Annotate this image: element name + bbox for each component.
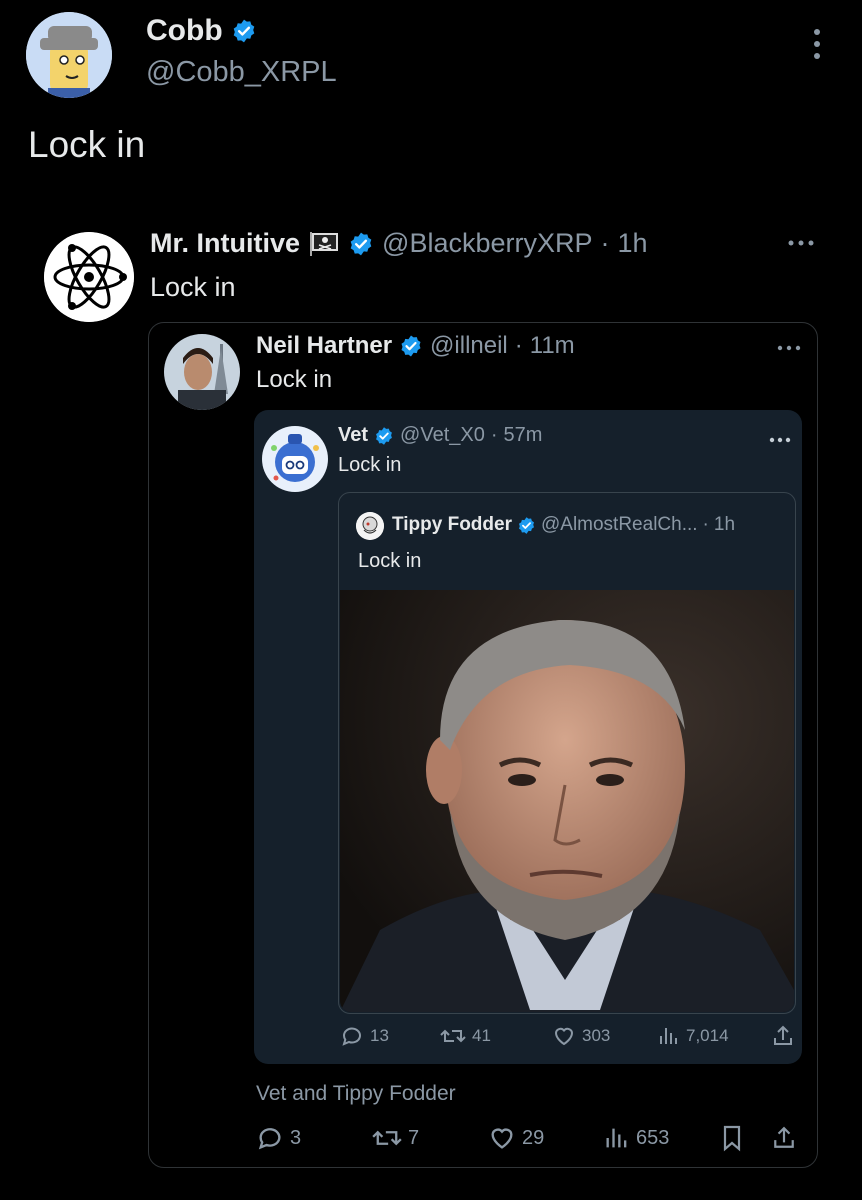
heart-icon <box>491 1128 513 1149</box>
quote2-text: Lock in <box>256 366 333 393</box>
reply-icon <box>342 1027 361 1046</box>
octopus-avatar-icon <box>356 512 384 540</box>
atom-icon <box>44 232 134 322</box>
bookmark-icon <box>723 1125 741 1152</box>
portrait-photo-image <box>340 590 794 1012</box>
share-button[interactable] <box>772 1124 796 1152</box>
like-count: 29 <box>522 1126 545 1149</box>
views-chart-icon <box>660 1028 677 1044</box>
quote4-handle[interactable]: @AlmostRealCh... <box>541 514 698 536</box>
separator-dot: · <box>702 514 709 535</box>
vertical-dots-icon <box>814 29 820 59</box>
views-count: 653 <box>636 1126 670 1149</box>
separator-dot: · <box>490 424 498 446</box>
quote2-handle[interactable]: @illneil <box>430 332 508 360</box>
reply-count: 3 <box>290 1126 302 1149</box>
quote1-text: Lock in <box>150 272 236 302</box>
views-button[interactable]: 653 <box>604 1124 669 1152</box>
quote1-handle[interactable]: @BlackberryXRP <box>382 228 592 259</box>
quote1-name[interactable]: Mr. Intuitive <box>150 228 300 259</box>
share-icon <box>774 1126 794 1148</box>
separator-dot: · <box>600 228 610 258</box>
robot-avatar-icon <box>262 426 328 492</box>
post-text: Lock in <box>28 124 146 165</box>
post-photo[interactable] <box>340 590 794 1012</box>
bookmark-button[interactable] <box>720 1124 744 1152</box>
quote1-time[interactable]: 1h <box>618 228 648 259</box>
verified-badge-icon <box>518 516 535 534</box>
cartoon-avatar-icon <box>26 12 112 98</box>
more-options-button[interactable] <box>806 24 828 64</box>
quote3-time[interactable]: 57m <box>504 424 543 447</box>
verified-badge-icon <box>401 335 421 357</box>
quote3-header: Vet @Vet_X0 · 57m <box>338 424 542 447</box>
avatar[interactable] <box>26 12 112 98</box>
repost-button[interactable]: 7 <box>372 1124 419 1152</box>
quote1-avatar[interactable] <box>44 232 134 322</box>
horizontal-dots-icon <box>777 345 801 351</box>
profile-photo-icon <box>164 334 240 410</box>
separator-dot: · <box>514 332 523 359</box>
quote2-name[interactable]: Neil Hartner <box>256 332 392 360</box>
quote2-time[interactable]: 11m <box>530 332 575 360</box>
quote3-text: Lock in <box>338 454 402 476</box>
quote1-more-button[interactable] <box>786 236 816 254</box>
views-count: 7,014 <box>686 1026 729 1045</box>
repost-button[interactable]: 41 <box>440 1024 491 1048</box>
views-chart-icon <box>606 1128 627 1148</box>
quote1-header: Mr. Intuitive @BlackberryXRP · 1h <box>150 228 648 259</box>
pirate-flag-icon <box>310 231 339 256</box>
quote4-name[interactable]: Tippy Fodder <box>392 514 512 536</box>
author-row: Cobb <box>146 14 257 48</box>
reply-count: 13 <box>370 1026 389 1045</box>
quote2-avatar[interactable] <box>164 334 240 410</box>
repost-count: 41 <box>472 1026 491 1045</box>
like-count: 303 <box>582 1026 611 1045</box>
share-button[interactable] <box>772 1024 794 1048</box>
repost-count: 7 <box>408 1126 420 1149</box>
quote4-header: Tippy Fodder @AlmostRealCh... · 1h <box>392 514 735 536</box>
like-button[interactable]: 29 <box>488 1124 544 1152</box>
verified-badge-icon <box>233 19 254 43</box>
quote4-avatar[interactable] <box>356 512 384 540</box>
quote4-text: Lock in <box>358 550 422 572</box>
repost-icon <box>440 1029 466 1043</box>
quote4-time[interactable]: 1h <box>714 514 735 536</box>
quote2-more-button[interactable] <box>776 340 802 358</box>
quote3-more-button[interactable] <box>768 432 792 450</box>
views-button[interactable]: 7,014 <box>658 1024 729 1048</box>
reply-icon <box>258 1128 281 1150</box>
reply-button[interactable]: 3 <box>256 1124 301 1152</box>
verified-badge-icon <box>350 232 372 255</box>
quote3-handle[interactable]: @Vet_X0 <box>400 424 485 447</box>
mentions-text[interactable]: Vet and Tippy Fodder <box>256 1082 456 1106</box>
like-button[interactable]: 303 <box>552 1024 610 1048</box>
heart-icon <box>554 1027 574 1046</box>
quote3-avatar[interactable] <box>262 426 328 492</box>
verified-badge-icon <box>376 426 392 445</box>
quote3-name[interactable]: Vet <box>338 424 368 447</box>
quote2-header: Neil Hartner @illneil · 11m <box>256 332 575 360</box>
reply-button[interactable]: 13 <box>340 1024 389 1048</box>
share-icon <box>774 1025 792 1045</box>
repost-icon <box>372 1130 402 1146</box>
author-name[interactable]: Cobb <box>146 14 223 48</box>
horizontal-dots-icon <box>788 240 814 246</box>
author-handle[interactable]: @Cobb_XRPL <box>146 56 337 89</box>
horizontal-dots-icon <box>769 437 791 443</box>
